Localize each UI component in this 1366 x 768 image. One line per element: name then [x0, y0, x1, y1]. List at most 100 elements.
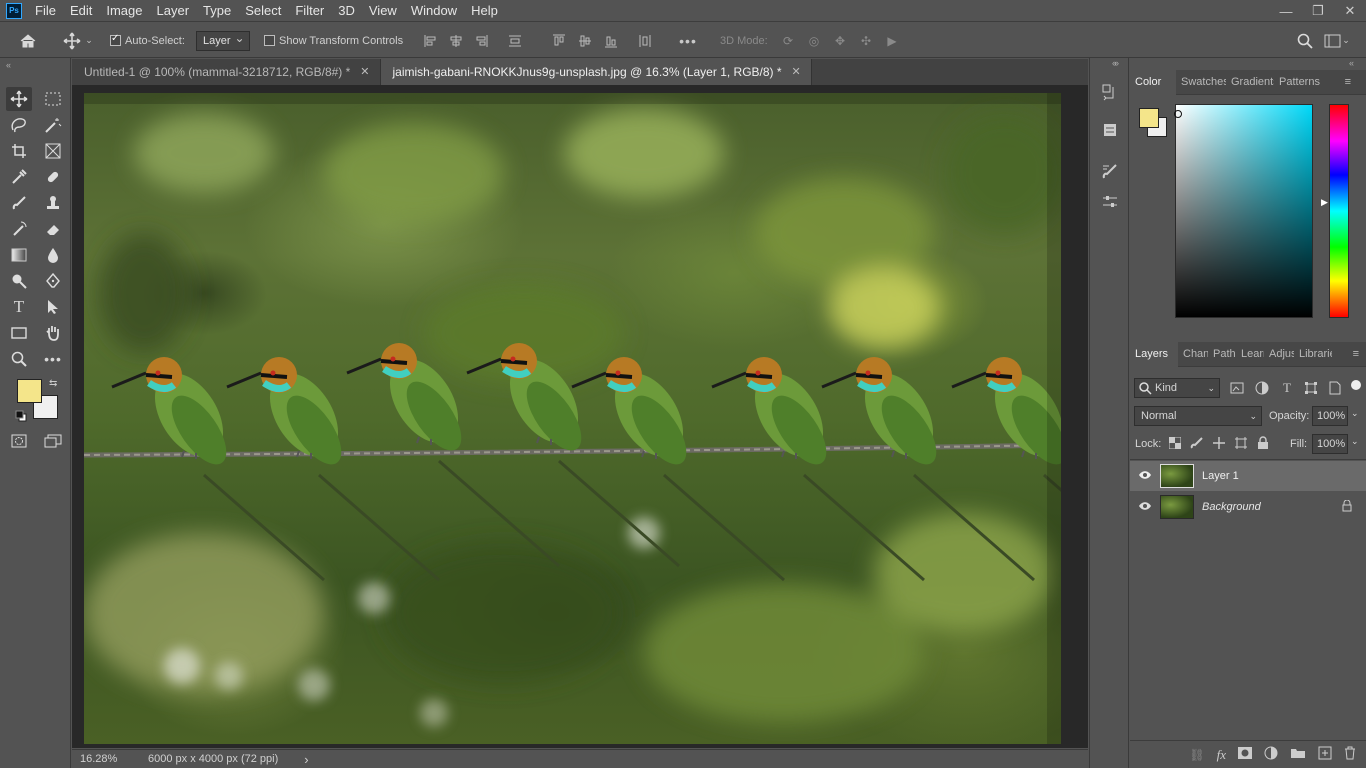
blend-mode-dropdown[interactable]: Normal ⌄: [1134, 406, 1262, 426]
lock-all-icon[interactable]: [1256, 436, 1270, 450]
lock-position-icon[interactable]: [1212, 436, 1226, 450]
tab-color[interactable]: Color: [1130, 69, 1176, 95]
gradient-tool-icon[interactable]: [6, 243, 32, 267]
menu-3d[interactable]: 3D: [331, 0, 362, 22]
menu-image[interactable]: Image: [99, 0, 149, 22]
filter-smart-object-icon[interactable]: [1327, 380, 1343, 396]
tab-paths[interactable]: Paths: [1208, 342, 1236, 367]
properties-icon[interactable]: [1098, 190, 1122, 214]
menu-type[interactable]: Type: [196, 0, 238, 22]
color-panel-foreground-swatch[interactable]: [1139, 108, 1159, 128]
tab-adjustments[interactable]: Adjustments: [1264, 342, 1294, 367]
layer-name[interactable]: Background: [1202, 501, 1261, 513]
close-window-button[interactable]: ✕: [1334, 0, 1366, 22]
zoom-level[interactable]: 16.28%: [80, 753, 140, 765]
link-layers-icon[interactable]: ⛓: [1189, 748, 1204, 762]
move-tool-preset-icon[interactable]: ⌄: [60, 23, 96, 58]
tab-untitled-1[interactable]: Untitled-1 @ 100% (mammal-3218712, RGB/8…: [72, 59, 381, 85]
lock-transparent-icon[interactable]: [1168, 436, 1182, 450]
layer-row-background[interactable]: Background: [1130, 492, 1366, 522]
align-bottom-icon[interactable]: [602, 23, 620, 58]
visibility-eye-icon[interactable]: [1130, 470, 1160, 483]
marquee-tool-icon[interactable]: [40, 87, 66, 111]
status-menu-arrow-icon[interactable]: ›: [304, 752, 308, 767]
layer-lock-icon[interactable]: [1342, 499, 1352, 515]
brush-tool-icon[interactable]: [6, 191, 32, 215]
lock-artboard-icon[interactable]: [1234, 436, 1248, 450]
lock-image-icon[interactable]: [1190, 436, 1204, 450]
eyedropper-tool-icon[interactable]: [6, 165, 32, 189]
swap-colors-icon[interactable]: ⇆: [49, 378, 57, 389]
tab-gradients[interactable]: Gradients: [1226, 70, 1274, 95]
3d-slide-icon[interactable]: ✣: [856, 23, 876, 58]
tab-channels[interactable]: Channels: [1178, 342, 1208, 367]
more-options-icon[interactable]: •••: [676, 23, 700, 58]
foreground-color-swatch[interactable]: [17, 379, 42, 403]
3d-scale-icon[interactable]: ▶: [882, 23, 902, 58]
delete-layer-icon[interactable]: [1344, 746, 1356, 763]
new-group-icon[interactable]: [1290, 747, 1306, 762]
healing-brush-tool-icon[interactable]: [40, 165, 66, 189]
move-tool-icon[interactable]: [6, 87, 32, 111]
tab-swatches[interactable]: Swatches: [1176, 70, 1226, 95]
layer-row-layer-1[interactable]: Layer 1: [1130, 461, 1366, 491]
show-transform-checkbox[interactable]: Show Transform Controls: [264, 23, 403, 58]
align-top-icon[interactable]: [550, 23, 568, 58]
layer-filter-dropdown[interactable]: Kind ⌄: [1134, 378, 1220, 398]
frame-tool-icon[interactable]: [40, 139, 66, 163]
rectangle-tool-icon[interactable]: [6, 321, 32, 345]
clone-stamp-tool-icon[interactable]: [40, 191, 66, 215]
opacity-input[interactable]: 100%: [1312, 406, 1348, 426]
menu-filter[interactable]: Filter: [288, 0, 331, 22]
new-layer-icon[interactable]: [1318, 746, 1332, 763]
filter-shape-icon[interactable]: [1303, 380, 1319, 396]
color-picker-field[interactable]: [1175, 104, 1313, 318]
collapse-toolbar-icon[interactable]: «: [6, 60, 11, 70]
show-transform-check-icon[interactable]: [264, 35, 275, 46]
close-tab-icon[interactable]: ✕: [792, 59, 801, 85]
document-canvas[interactable]: [84, 93, 1061, 744]
visibility-eye-icon[interactable]: [1130, 501, 1160, 514]
add-layer-style-icon[interactable]: fx: [1217, 747, 1226, 763]
search-icon[interactable]: [1294, 23, 1316, 58]
layers-menu-icon[interactable]: ≡: [1332, 342, 1364, 367]
lasso-tool-icon[interactable]: [6, 113, 32, 137]
3d-pan-icon[interactable]: ✥: [830, 23, 850, 58]
filter-type-icon[interactable]: T: [1279, 380, 1295, 396]
menu-select[interactable]: Select: [238, 0, 288, 22]
default-colors-icon[interactable]: [15, 410, 27, 422]
menu-edit[interactable]: Edit: [63, 0, 99, 22]
3d-roll-icon[interactable]: ◎: [804, 23, 824, 58]
align-hcenter-icon[interactable]: [447, 23, 465, 58]
menu-layer[interactable]: Layer: [150, 0, 197, 22]
filter-pixel-icon[interactable]: [1229, 380, 1245, 396]
fill-input[interactable]: 100%: [1312, 434, 1348, 454]
menu-view[interactable]: View: [362, 0, 404, 22]
align-left-icon[interactable]: [422, 23, 440, 58]
hand-tool-icon[interactable]: [40, 321, 66, 345]
magic-wand-tool-icon[interactable]: [40, 113, 66, 137]
menu-file[interactable]: File: [28, 0, 63, 22]
dodge-tool-icon[interactable]: [6, 269, 32, 293]
auto-select-check-icon[interactable]: [110, 33, 121, 46]
distribute-vertical-icon[interactable]: [636, 23, 654, 58]
type-tool-icon[interactable]: T: [6, 295, 32, 319]
3d-orbit-icon[interactable]: ⟳: [778, 23, 798, 58]
filter-adjustment-icon[interactable]: [1254, 380, 1270, 396]
opacity-dropdown-icon[interactable]: ⌄: [1351, 408, 1359, 419]
tab-jaimish-gabani[interactable]: jaimish-gabani-RNOKKJnus9g-unsplash.jpg …: [380, 59, 812, 85]
panel-menu-icon[interactable]: ≡: [1326, 70, 1356, 95]
history-brush-tool-icon[interactable]: [6, 217, 32, 241]
auto-select-dropdown[interactable]: Layer: [196, 29, 250, 51]
home-icon[interactable]: [16, 23, 40, 58]
layer-name[interactable]: Layer 1: [1202, 470, 1239, 482]
path-selection-tool-icon[interactable]: [40, 295, 66, 319]
align-right-icon[interactable]: [472, 23, 490, 58]
pen-tool-icon[interactable]: [40, 269, 66, 293]
fill-dropdown-icon[interactable]: ⌄: [1351, 436, 1359, 447]
collapse-right-panels-icon[interactable]: »: [1114, 58, 1119, 68]
add-mask-icon[interactable]: [1238, 747, 1252, 762]
auto-select-checkbox[interactable]: Auto-Select:: [110, 23, 185, 58]
filter-toggle-icon[interactable]: [1351, 380, 1361, 390]
edit-toolbar-icon[interactable]: •••: [40, 347, 66, 371]
